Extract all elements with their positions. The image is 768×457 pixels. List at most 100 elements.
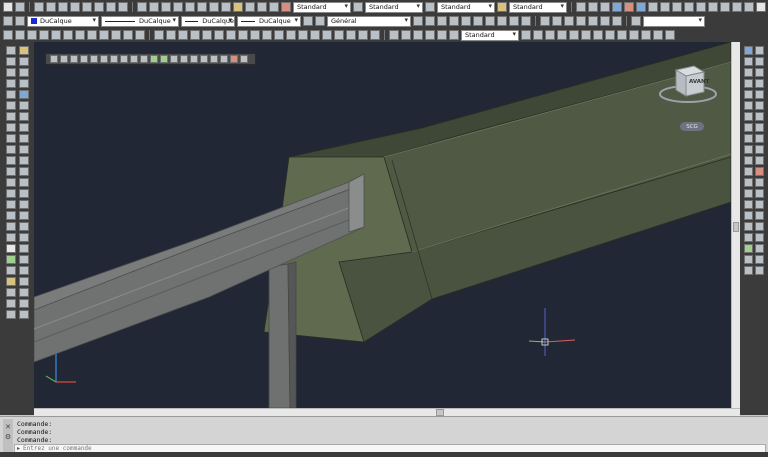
- redo-arrow-icon[interactable]: [15, 2, 25, 12]
- ellipse-arc-tool-icon[interactable]: [6, 156, 16, 165]
- spline-tool-icon[interactable]: [6, 134, 16, 143]
- view-tool-14-icon[interactable]: [744, 189, 753, 198]
- plotstyle-select[interactable]: DuCalque: [237, 15, 301, 27]
- explode-tool-icon[interactable]: [19, 211, 29, 220]
- line-icon[interactable]: [154, 30, 164, 40]
- draw-extra-3-icon[interactable]: [6, 288, 16, 297]
- polyline-icon[interactable]: [166, 30, 176, 40]
- view-front-icon[interactable]: [576, 2, 586, 12]
- chamfer-tool-icon[interactable]: [19, 189, 29, 198]
- text-style-icon[interactable]: [281, 2, 291, 12]
- render-icon[interactable]: [624, 2, 634, 12]
- properties-icon[interactable]: [94, 2, 104, 12]
- ellipse-tool-icon[interactable]: [6, 145, 16, 154]
- modify-extra-6-icon[interactable]: [19, 277, 29, 286]
- settings-icon[interactable]: ⚙: [5, 433, 11, 441]
- pan-icon[interactable]: [34, 2, 44, 12]
- xline-tool-icon[interactable]: [6, 57, 16, 66]
- modify-extra-9-icon[interactable]: [19, 310, 29, 319]
- conceptual-icon[interactable]: [437, 30, 447, 40]
- hidden-icon[interactable]: [413, 30, 423, 40]
- layer-freeze-icon[interactable]: [449, 16, 459, 26]
- solid-tool-19-icon[interactable]: [755, 244, 764, 253]
- snap-settings-icon[interactable]: [200, 55, 208, 63]
- layer-delete-icon[interactable]: [521, 16, 531, 26]
- continuous-orbit-icon[interactable]: [744, 2, 754, 12]
- point-icon[interactable]: [298, 30, 308, 40]
- view-left-icon[interactable]: [600, 2, 610, 12]
- zoom-window-icon[interactable]: [58, 2, 68, 12]
- snap-extra-1-icon[interactable]: [210, 55, 218, 63]
- map-icon[interactable]: [576, 16, 586, 26]
- dim-ordinate-icon[interactable]: [39, 30, 49, 40]
- spline-icon[interactable]: [238, 30, 248, 40]
- stretch-tool-icon[interactable]: [19, 134, 29, 143]
- view-tool-5-icon[interactable]: [744, 90, 753, 99]
- layer-previous-icon[interactable]: [425, 16, 435, 26]
- dim-continue-icon[interactable]: [123, 30, 133, 40]
- modify-extra-1-icon[interactable]: [19, 222, 29, 231]
- view-tool-3-icon[interactable]: [744, 68, 753, 77]
- open-icon[interactable]: [149, 2, 159, 12]
- fillet-tool-icon[interactable]: [19, 200, 29, 209]
- workspace-icon[interactable]: [631, 16, 641, 26]
- lights-icon[interactable]: [540, 16, 550, 26]
- linetype-select[interactable]: DuCalque: [101, 15, 179, 27]
- view-tool-10-icon[interactable]: [744, 145, 753, 154]
- view-tool-16-icon[interactable]: [744, 211, 753, 220]
- intersect-icon[interactable]: [665, 30, 675, 40]
- solid-tool-7-icon[interactable]: [755, 112, 764, 121]
- solid-tool-16-icon[interactable]: [755, 211, 764, 220]
- view-tool-15-icon[interactable]: [744, 200, 753, 209]
- dim-radius-icon[interactable]: [51, 30, 61, 40]
- smooth-icon[interactable]: [533, 30, 543, 40]
- snap-mid-icon[interactable]: [70, 55, 78, 63]
- solid-tool-1-icon[interactable]: [755, 46, 764, 55]
- paste-icon[interactable]: [233, 2, 243, 12]
- zoom-extents-icon[interactable]: [82, 2, 92, 12]
- dim-baseline-icon[interactable]: [111, 30, 121, 40]
- layer-lock-icon[interactable]: [473, 16, 483, 26]
- draw-extra-5-icon[interactable]: [6, 310, 16, 319]
- add-selected-icon[interactable]: [370, 30, 380, 40]
- command-line-handle[interactable]: ✕ ⚙: [3, 419, 13, 455]
- loft-icon[interactable]: [629, 30, 639, 40]
- visual-style-select[interactable]: Standard: [461, 29, 519, 41]
- snap-extra-2-icon[interactable]: [220, 55, 228, 63]
- horizontal-scrollbar[interactable]: [34, 408, 740, 416]
- vertical-scrollbar[interactable]: [731, 42, 740, 408]
- copy-tool-icon[interactable]: [19, 57, 29, 66]
- named-views-icon[interactable]: [672, 2, 682, 12]
- free-orbit-icon[interactable]: [732, 2, 742, 12]
- polyline-tool-icon[interactable]: [6, 68, 16, 77]
- ellipse-icon[interactable]: [250, 30, 260, 40]
- horizontal-scroll-thumb[interactable]: [436, 409, 444, 416]
- realistic-icon[interactable]: [425, 30, 435, 40]
- text-tool-icon[interactable]: [6, 244, 16, 253]
- union-icon[interactable]: [641, 30, 651, 40]
- snap-extra-3-icon[interactable]: [230, 55, 238, 63]
- dim-style-icon[interactable]: [353, 2, 363, 12]
- snap-none-icon[interactable]: [190, 55, 198, 63]
- undo-icon[interactable]: [269, 2, 279, 12]
- layer-state-select[interactable]: Général: [327, 15, 411, 27]
- block-tool-icon[interactable]: [6, 178, 16, 187]
- region-icon[interactable]: [334, 30, 344, 40]
- rectangle-tool-icon[interactable]: [6, 90, 16, 99]
- view-tool-21-icon[interactable]: [744, 266, 753, 275]
- crease-icon[interactable]: [557, 30, 567, 40]
- point-tool-icon[interactable]: [6, 189, 16, 198]
- move-tool-icon[interactable]: [19, 101, 29, 110]
- render-preset-icon[interactable]: [600, 16, 610, 26]
- view-tool-4-icon[interactable]: [744, 79, 753, 88]
- view-tool-2-icon[interactable]: [744, 57, 753, 66]
- dim-linear-icon[interactable]: [3, 30, 13, 40]
- dim-aligned-icon[interactable]: [15, 30, 25, 40]
- rotate-tool-icon[interactable]: [19, 112, 29, 121]
- view-ne-iso-icon[interactable]: [648, 2, 658, 12]
- snap-per-icon[interactable]: [140, 55, 148, 63]
- view-tool-12-icon[interactable]: [744, 167, 753, 176]
- snap-qua-icon[interactable]: [120, 55, 128, 63]
- solid-tool-3-icon[interactable]: [755, 68, 764, 77]
- dim-space-icon[interactable]: [135, 30, 145, 40]
